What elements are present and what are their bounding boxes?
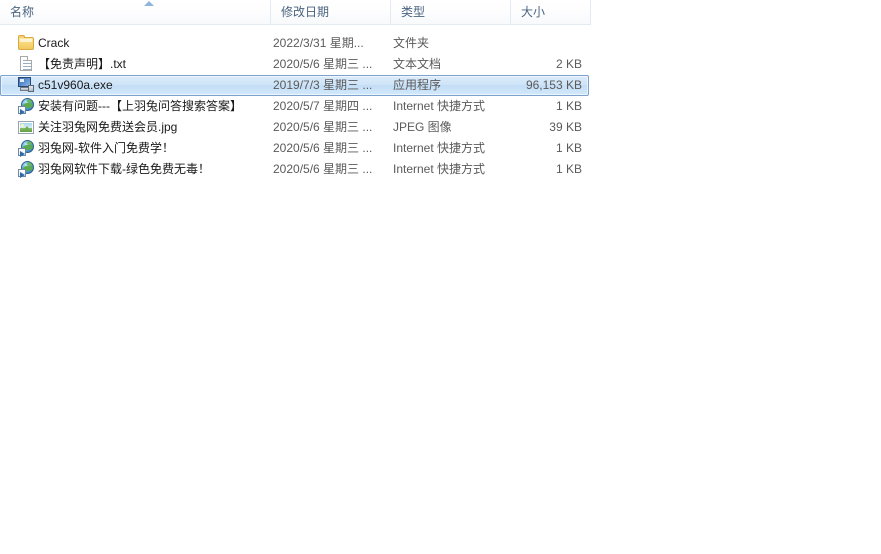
column-header-type[interactable]: 类型 [390, 0, 510, 24]
file-name-cell: 关注羽兔网免费送会员.jpg [18, 117, 270, 138]
column-header-date[interactable]: 修改日期 [270, 0, 390, 24]
internet-shortcut-icon [18, 161, 34, 178]
table-row[interactable]: 【免责声明】.txt 2020/5/6 星期三 ... 文本文档 2 KB [0, 54, 881, 75]
file-type-cell: 文本文档 [393, 57, 442, 71]
column-header-name[interactable]: 名称 [0, 0, 270, 24]
file-name-label: 安装有问题---【上羽兔问答搜索答案】 [38, 99, 242, 113]
column-header-name-label: 名称 [10, 5, 35, 19]
column-header-size[interactable]: 大小 [510, 0, 590, 24]
file-name-label: Crack [38, 36, 70, 50]
file-size-cell [500, 33, 582, 54]
file-name-cell: 羽兔网-软件入门免费学！ [18, 138, 270, 159]
column-header-size-label: 大小 [521, 5, 546, 19]
file-date-cell: 2020/5/6 星期三 ... [273, 141, 373, 155]
file-type-cell: Internet 快捷方式 [393, 141, 486, 155]
column-header-date-label: 修改日期 [281, 5, 330, 19]
file-name-cell: 【免责声明】.txt [18, 54, 270, 75]
file-date-cell: 2020/5/6 星期三 ... [273, 120, 373, 134]
image-icon [18, 121, 34, 134]
table-row[interactable]: 羽兔网-软件入门免费学！ 2020/5/6 星期三 ... Internet 快… [0, 138, 881, 159]
file-date-cell: 2020/5/6 星期三 ... [273, 57, 373, 71]
table-row[interactable]: 羽兔网软件下载-绿色免费无毒！ 2020/5/6 星期三 ... Interne… [0, 159, 881, 180]
file-date-cell: 2020/5/7 星期四 ... [273, 99, 373, 113]
file-name-label: 羽兔网-软件入门免费学！ [38, 141, 174, 155]
column-header-type-label: 类型 [401, 5, 426, 19]
internet-shortcut-icon [18, 140, 34, 157]
file-name-label: 关注羽兔网免费送会员.jpg [38, 120, 178, 134]
file-name-cell: 安装有问题---【上羽兔问答搜索答案】 [18, 96, 270, 117]
file-name-label: 【免责声明】.txt [38, 57, 127, 71]
file-size-cell: 1 KB [555, 141, 582, 155]
table-row[interactable]: Crack 2022/3/31 星期... 文件夹 [0, 33, 881, 54]
text-document-icon [20, 56, 32, 71]
file-size-cell: 39 KB [549, 120, 582, 134]
file-name-label: c51v960a.exe [38, 78, 113, 92]
file-date-cell: 2022/3/31 星期... [273, 36, 364, 50]
table-row[interactable]: 关注羽兔网免费送会员.jpg 2020/5/6 星期三 ... JPEG 图像 … [0, 117, 881, 138]
file-size-cell: 96,153 KB [525, 78, 582, 92]
file-name-label: 羽兔网软件下载-绿色免费无毒！ [38, 162, 210, 176]
file-type-cell: Internet 快捷方式 [393, 99, 486, 113]
column-header-end-divider [590, 0, 591, 24]
file-date-cell: 2019/7/3 星期三 ... [273, 78, 373, 92]
file-size-cell: 1 KB [555, 99, 582, 113]
column-header-row: 名称 修改日期 类型 大小 [0, 0, 591, 25]
table-row-selected[interactable]: c51v960a.exe 2019/7/3 星期三 ... 应用程序 96,15… [0, 75, 589, 96]
file-name-cell: Crack [18, 33, 270, 54]
file-name-cell: c51v960a.exe [18, 76, 270, 95]
folder-icon [18, 35, 34, 50]
internet-shortcut-icon [18, 98, 34, 115]
file-list: Crack 2022/3/31 星期... 文件夹 【免责声明】.txt 202… [0, 33, 881, 180]
file-size-cell: 2 KB [555, 57, 582, 71]
table-row[interactable]: 安装有问题---【上羽兔问答搜索答案】 2020/5/7 星期四 ... Int… [0, 96, 881, 117]
file-type-cell: Internet 快捷方式 [393, 162, 486, 176]
file-name-cell: 羽兔网软件下载-绿色免费无毒！ [18, 159, 270, 180]
file-type-cell: 文件夹 [393, 36, 430, 50]
application-icon [18, 77, 34, 92]
file-type-cell: JPEG 图像 [393, 120, 452, 134]
file-date-cell: 2020/5/6 星期三 ... [273, 162, 373, 176]
file-size-cell: 1 KB [555, 162, 582, 176]
file-type-cell: 应用程序 [393, 78, 442, 92]
sort-ascending-arrow-icon [144, 1, 154, 6]
